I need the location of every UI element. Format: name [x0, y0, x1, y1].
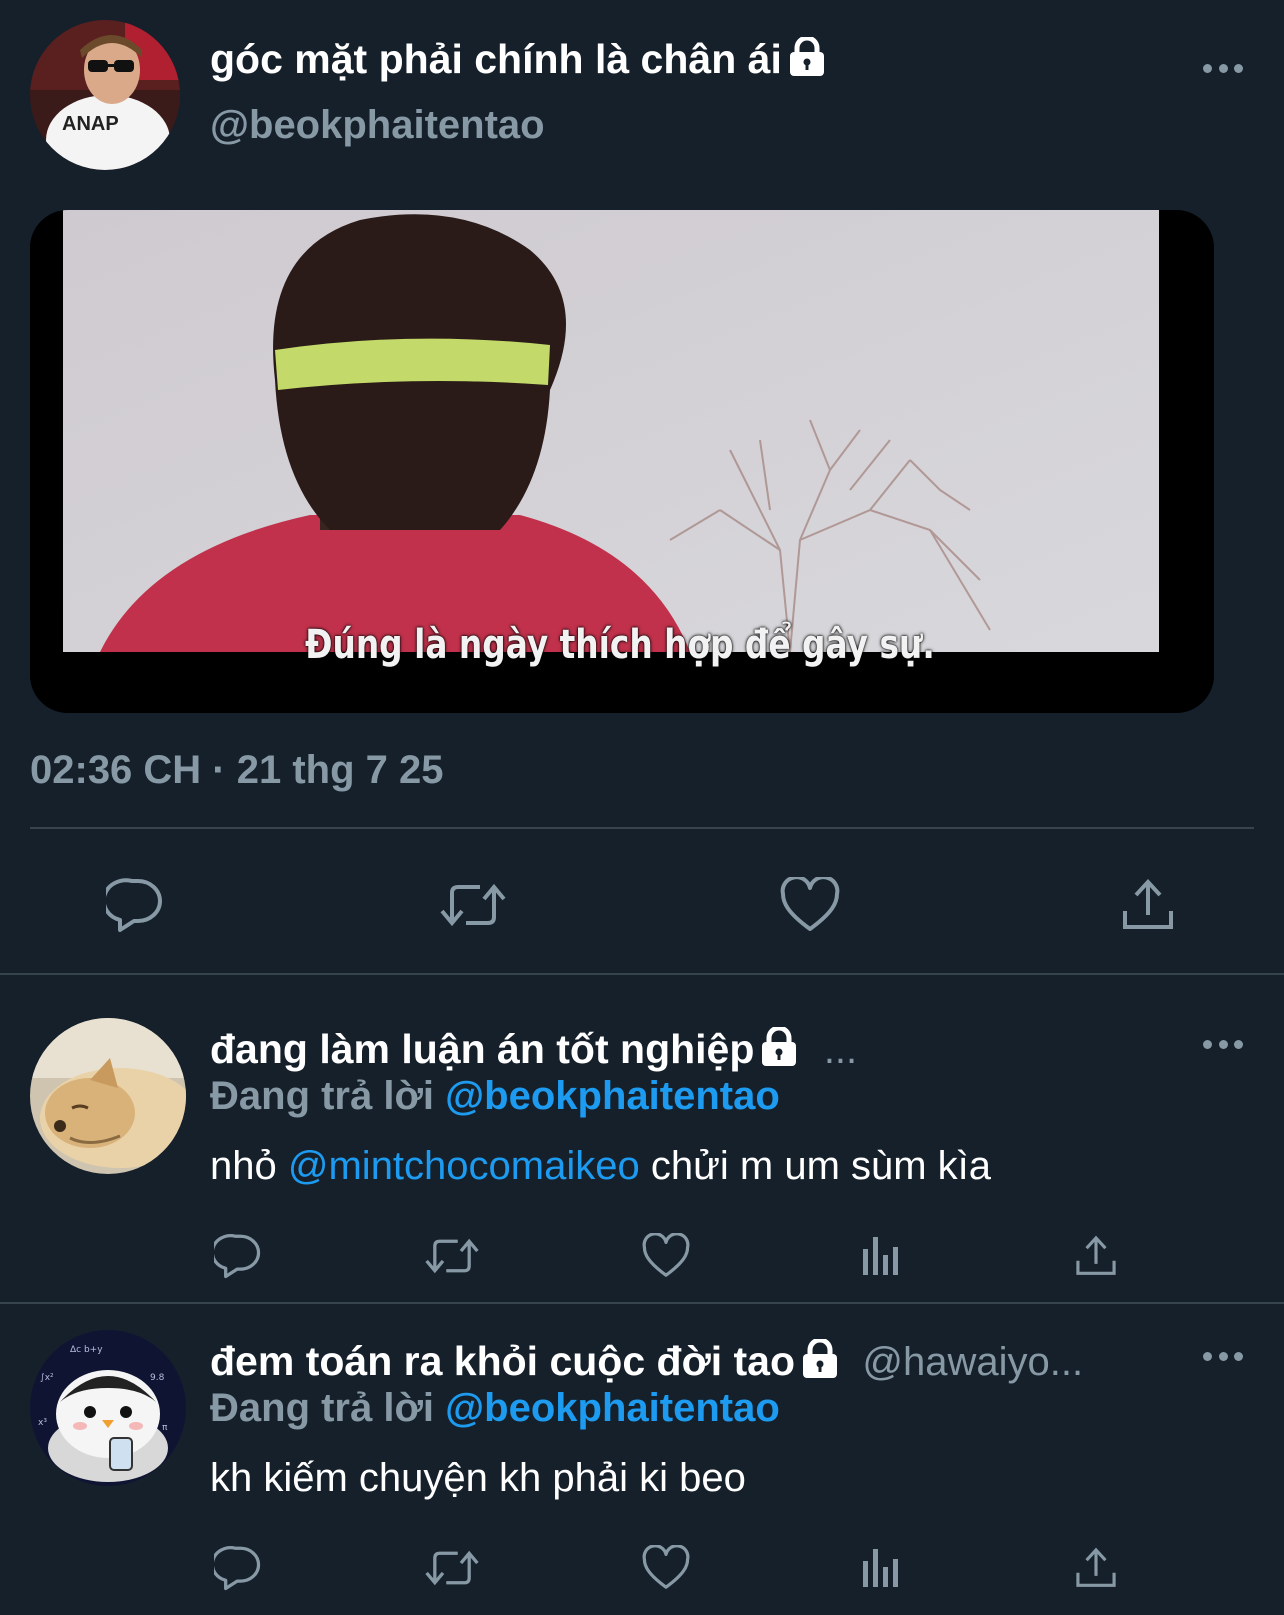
reply-to-mention[interactable]: @beokphaitentao: [445, 1074, 780, 1118]
tweet-media[interactable]: Đúng là ngày thích hợp để gây sự.: [30, 210, 1214, 713]
retweet-button[interactable]: [424, 1228, 480, 1284]
analytics-icon: [863, 1237, 898, 1275]
more-options-icon[interactable]: [1203, 1350, 1243, 1362]
reply-button[interactable]: [100, 870, 170, 940]
share-icon: [1123, 879, 1173, 929]
retweet-icon: [425, 1550, 479, 1586]
retweet-icon: [440, 883, 506, 927]
reply-button[interactable]: [210, 1540, 266, 1596]
replying-to: Đang trả lời @beokphaitentao: [210, 1074, 780, 1118]
more-options-icon[interactable]: [1203, 1038, 1243, 1050]
like-button[interactable]: [775, 870, 845, 940]
retweet-button[interactable]: [438, 870, 508, 940]
replying-to: Đang trả lời @beokphaitentao: [210, 1386, 780, 1430]
reply-avatar[interactable]: Δc b+y ∫x² 9.8 x³ π: [30, 1330, 186, 1486]
share-button[interactable]: [1113, 870, 1183, 940]
share-icon: [1076, 1235, 1116, 1275]
reply-text: nhỏ @mintchocomaikeo chửi m um sùm kìa: [210, 1144, 992, 1188]
author-handle[interactable]: @beokphaitentao: [210, 103, 545, 148]
reply-text: kh kiếm chuyện kh phải ki beo: [210, 1456, 746, 1500]
reply-display-name: đem toán ra khỏi cuộc đời tao @hawaiyo..…: [210, 1337, 1084, 1389]
svg-text:x³: x³: [38, 1418, 47, 1428]
text-mention[interactable]: @mintchocomaikeo: [288, 1144, 640, 1188]
svg-text:ANAP: ANAP: [62, 113, 119, 135]
lock-icon: [788, 35, 826, 87]
svg-text:∫x²: ∫x²: [40, 1373, 54, 1383]
analytics-button[interactable]: [853, 1228, 909, 1284]
svg-text:9.8: 9.8: [150, 1373, 165, 1383]
retweet-button[interactable]: [424, 1540, 480, 1596]
svg-text:Δc b+y: Δc b+y: [70, 1345, 103, 1355]
like-icon: [642, 1545, 690, 1589]
lock-icon: [760, 1025, 798, 1077]
like-button[interactable]: [638, 1228, 694, 1284]
share-button[interactable]: [1068, 1540, 1124, 1596]
retweet-icon: [425, 1238, 479, 1274]
like-icon: [780, 877, 840, 931]
analytics-button[interactable]: [853, 1540, 909, 1596]
reply-button[interactable]: [210, 1228, 266, 1284]
divider: [0, 1302, 1284, 1304]
reply-icon: [214, 1546, 261, 1591]
analytics-icon: [863, 1549, 898, 1587]
divider: [30, 827, 1254, 829]
more-options-icon[interactable]: [1203, 62, 1243, 74]
like-icon: [642, 1233, 690, 1277]
share-button[interactable]: [1068, 1228, 1124, 1284]
reply-avatar[interactable]: [30, 1018, 186, 1174]
divider: [0, 973, 1284, 975]
reply-display-name: đang làm luận án tốt nghiệp ...: [210, 1025, 858, 1077]
like-button[interactable]: [638, 1540, 694, 1596]
share-icon: [1076, 1547, 1116, 1587]
reply-handle: @hawaiyo...: [862, 1340, 1084, 1384]
media-caption: Đúng là ngày thích hợp để gây sự.: [305, 622, 935, 668]
lock-icon: [801, 1337, 839, 1389]
tweet-timestamp[interactable]: 02:36 CH · 21 thg 7 25: [30, 748, 444, 793]
reply-to-mention[interactable]: @beokphaitentao: [445, 1386, 780, 1430]
svg-text:π: π: [162, 1423, 168, 1433]
reply-icon: [214, 1234, 261, 1279]
reply-handle: ...: [823, 1028, 858, 1072]
author-display-name: góc mặt phải chính là chân ái: [210, 35, 826, 87]
author-avatar[interactable]: ANAP: [30, 20, 180, 170]
reply-icon: [106, 878, 162, 932]
